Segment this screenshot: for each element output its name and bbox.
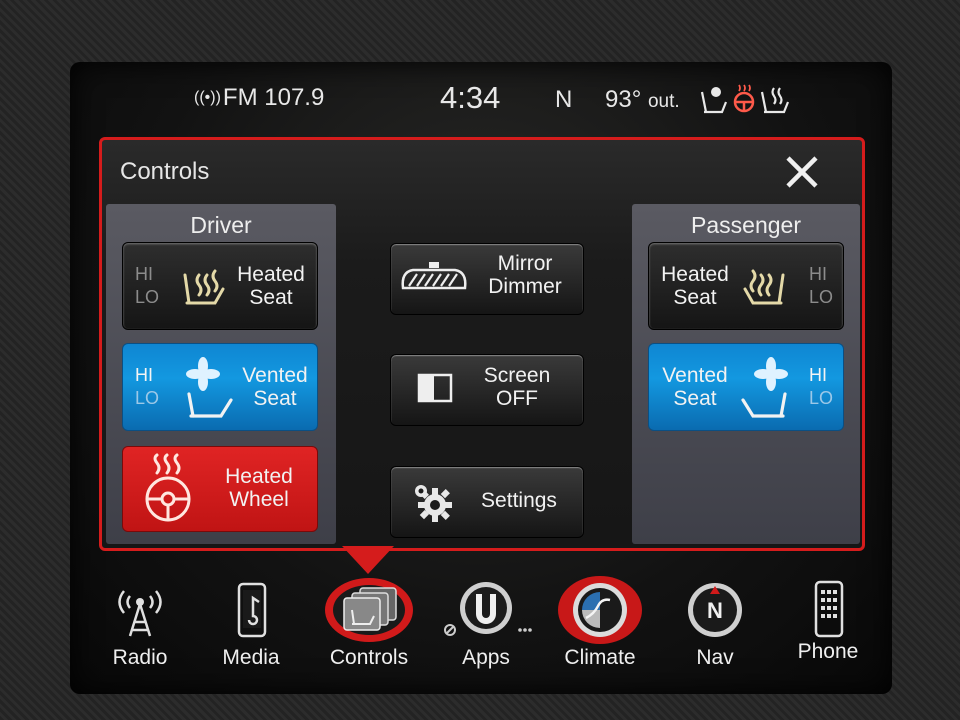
screen-icon (417, 373, 453, 403)
controls-icon (325, 578, 413, 642)
vented-seat-icon (186, 357, 233, 418)
close-icon (786, 156, 818, 188)
passenger-heated-seat-button[interactable]: Heated Seat HI LO (648, 242, 844, 330)
antenna-icon: ((•)) (194, 89, 221, 106)
passenger-vented-seat-button[interactable]: Vented Seat HI LO (648, 343, 844, 431)
nav-climate[interactable]: Climate (552, 576, 648, 672)
label-line2: OFF (496, 387, 538, 410)
heated-seat-icon (183, 269, 225, 305)
driver-heated-seat-label: Heated Seat (231, 263, 311, 309)
label-line1: Heated (225, 465, 293, 488)
passenger-heated-seat-label: Heated Seat (655, 263, 735, 309)
label-line1: Vented (662, 364, 728, 387)
nav-controls-label: Controls (329, 646, 409, 669)
label-line2: Seat (253, 387, 297, 410)
compass-heading: N (555, 86, 573, 113)
nav-apps[interactable]: Apps (436, 580, 536, 672)
mirror-dimmer-button[interactable]: Mirror Dimmer (390, 243, 584, 315)
svg-text:N: N (707, 598, 723, 623)
passenger-vented-hi-indicator: HI (809, 365, 827, 385)
vented-seat-icon (741, 357, 788, 418)
label-line1: Heated (237, 263, 305, 286)
driver-vented-hi-indicator: HI (135, 365, 153, 385)
temperature-unit: out. (647, 91, 680, 112)
label-line2: Seat (673, 286, 717, 309)
driver-heated-hi-indicator: HI (135, 264, 153, 284)
passenger-heated-lo-indicator: LO (809, 287, 834, 307)
settings-label: Settings (481, 489, 557, 512)
passenger-heading: Passenger (691, 212, 801, 238)
passenger-vented-seat-label: Vented Seat (655, 364, 735, 410)
mirror-icon (401, 262, 467, 290)
heated-wheel-button[interactable]: Heated Wheel (122, 446, 318, 532)
label-line1: Vented (242, 364, 308, 387)
label-line1: Screen (483, 364, 551, 387)
heated-seat-status-icon (760, 87, 790, 114)
nav-media-label: Media (222, 646, 280, 669)
label-line2: Seat (249, 286, 293, 309)
temperature-value: 93° (605, 86, 642, 113)
driver-heated-seat-button[interactable]: HI LO Heated Seat (122, 242, 318, 330)
driver-vented-seat-label: Vented Seat (235, 364, 315, 410)
nav-controls[interactable]: Controls (320, 578, 418, 672)
status-icons (700, 84, 790, 114)
radio-tower-icon (118, 590, 162, 637)
heated-wheel-status-icon (733, 84, 755, 113)
heated-wheel-label: Heated Wheel (215, 465, 303, 511)
radio-station-text: FM 107.9 (222, 84, 325, 111)
compass-icon: N (688, 583, 742, 637)
active-tab-pointer (342, 546, 394, 574)
settings-button[interactable]: Settings (390, 466, 584, 538)
nav-phone[interactable]: Phone (780, 580, 876, 672)
panel-title: Controls (120, 158, 210, 185)
outside-temperature: 93° out. (605, 86, 680, 114)
nav-nav[interactable]: N Nav (667, 580, 763, 672)
heated-seat-icon (743, 269, 785, 305)
driver-heading: Driver (190, 212, 252, 238)
clock: 4:34 (440, 80, 501, 115)
nav-nav-label: Nav (696, 646, 734, 669)
heated-wheel-icon (145, 453, 191, 522)
close-button[interactable] (778, 150, 826, 194)
screen-off-label: Screen OFF (475, 364, 559, 410)
passenger-column: Passenger Heated Seat HI LO Vented Seat (632, 204, 860, 544)
driver-heated-lo-indicator: LO (135, 287, 160, 307)
nav-media[interactable]: Media (203, 580, 299, 672)
climate-icon (558, 576, 642, 644)
screen-off-button[interactable]: Screen OFF (390, 354, 584, 426)
phone-icon (814, 580, 844, 638)
apps-icon (444, 582, 532, 636)
passenger-vented-lo-indicator: LO (809, 388, 834, 408)
nav-climate-label: Climate (564, 646, 636, 669)
radio-status[interactable]: ((•))FM 107.9 (194, 84, 324, 112)
nav-radio-label: Radio (112, 646, 168, 669)
nav-phone-label: Phone (797, 640, 859, 663)
nav-apps-label: Apps (462, 646, 510, 669)
passenger-heated-hi-indicator: HI (809, 264, 827, 284)
mirror-dimmer-label: Mirror Dimmer (481, 252, 569, 298)
label-line2: Dimmer (488, 275, 562, 298)
label-line2: Wheel (229, 488, 289, 511)
nav-radio[interactable]: Radio (92, 580, 188, 672)
driver-vented-lo-indicator: LO (135, 388, 160, 408)
gear-icon (415, 485, 452, 522)
label-line1: Heated (661, 263, 729, 286)
driver-column: Driver HI LO Heated Seat HI LO Vented Se… (106, 204, 336, 544)
driver-vented-seat-button[interactable]: HI LO Vented Seat (122, 343, 318, 431)
media-device-icon (237, 582, 267, 638)
vented-seat-status-icon (700, 87, 728, 114)
label-line2: Seat (673, 387, 717, 410)
controls-panel: Controls Driver HI LO Heated Seat HI LO … (99, 137, 865, 551)
label-line1: Mirror (497, 252, 553, 275)
